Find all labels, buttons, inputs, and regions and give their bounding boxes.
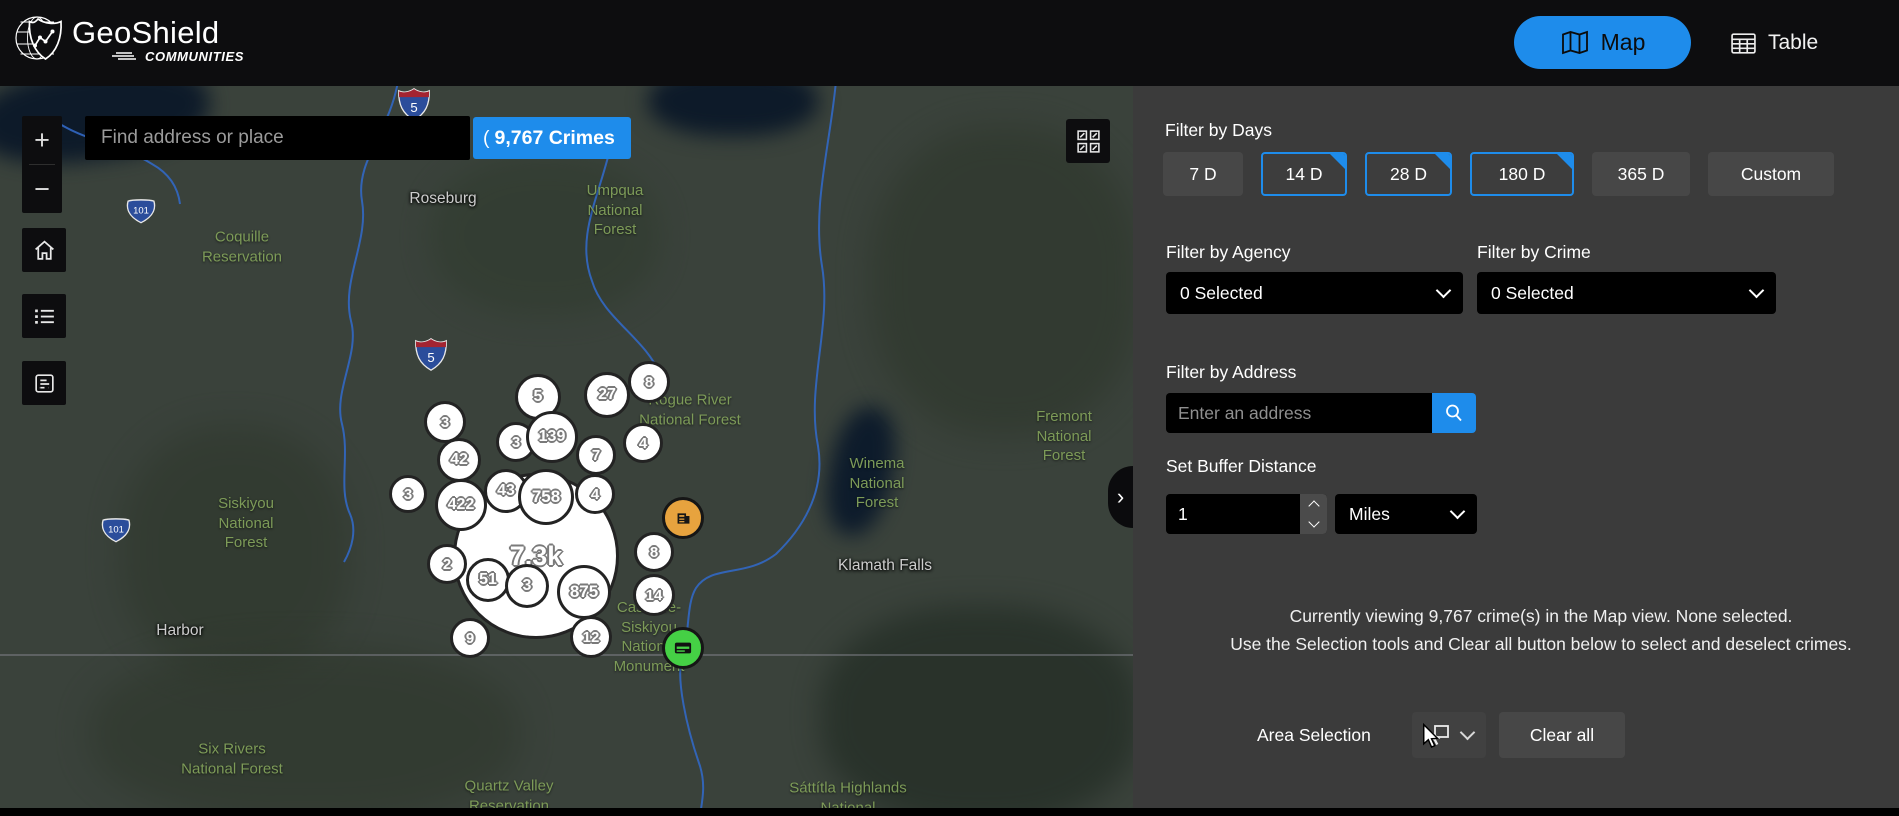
cluster-marker[interactable]: 12: [570, 616, 612, 658]
buffer-unit-value: Miles: [1349, 503, 1390, 524]
chevron-down-icon: [1307, 516, 1320, 528]
filter-agency-label: Filter by Agency: [1166, 242, 1291, 262]
tab-table[interactable]: Table: [1724, 22, 1824, 64]
cluster-marker[interactable]: 27: [584, 372, 630, 418]
cluster-marker[interactable]: 422: [435, 479, 487, 531]
basemap-toggle-button[interactable]: [1066, 119, 1110, 163]
list-icon: [32, 304, 57, 329]
globe-shield-logo-icon: [12, 6, 76, 73]
tab-table-label: Table: [1768, 31, 1819, 54]
filter-panel: Filter by Days 7 D 14 D 28 D 180 D 365 D Cust…: [1133, 86, 1899, 816]
cluster-marker[interactable]: 139: [526, 411, 578, 463]
cluster-marker[interactable]: 9: [450, 618, 490, 658]
clear-all-button[interactable]: Clear all: [1499, 712, 1625, 758]
brand-name: GeoShield: [72, 14, 220, 50]
filter-days-label: Filter by Days: [1165, 120, 1272, 140]
cluster-marker[interactable]: 875: [557, 565, 611, 619]
tab-map-label: Map: [1600, 29, 1646, 55]
news-marker-icon[interactable]: [662, 497, 704, 539]
brand-tagline: COMMUNITIES: [145, 48, 245, 64]
map-search-input[interactable]: [85, 116, 470, 160]
chevron-down-icon: [1748, 282, 1765, 299]
brand: GeoShield COMMUNITIES: [12, 6, 244, 73]
area-selection-label: Area Selection: [1257, 725, 1371, 745]
buffer-distance-stepper: [1166, 494, 1327, 534]
chevron-down-icon: [1435, 282, 1452, 299]
map-search-box: [85, 116, 470, 160]
app-header: GeoShield COMMUNITIES Map Table: [0, 0, 1899, 86]
crime-select-value: 0 Selected: [1491, 282, 1574, 303]
cluster-marker[interactable]: 3: [505, 564, 549, 608]
map-icon: [1560, 29, 1590, 56]
cluster-marker[interactable]: 14: [633, 574, 675, 616]
chevron-down-icon: [1459, 724, 1475, 741]
stepper-down-button[interactable]: [1300, 514, 1327, 534]
filter-address-label: Filter by Address: [1166, 362, 1297, 382]
area-select-icon: [1426, 723, 1452, 747]
chevron-right-icon: ›: [1116, 484, 1125, 509]
bottom-strip: [0, 808, 1899, 816]
map-view[interactable]: Roseburg Umpqua National Forest Coquille R…: [0, 86, 1133, 816]
agency-select-value: 0 Selected: [1180, 282, 1263, 303]
crimes-badge-label: 9,767 Crimes: [494, 126, 615, 149]
crimes-count-badge[interactable]: ( 9,767 Crimes: [473, 117, 631, 159]
home-icon: [32, 238, 57, 263]
zoom-in-button[interactable]: +: [22, 116, 62, 164]
status-line-1: Currently viewing 9,767 crime(s) in the …: [1289, 606, 1793, 626]
svg-text:5: 5: [410, 100, 417, 115]
status-line-2: Use the Selection tools and Clear all bu…: [1230, 634, 1852, 654]
stepper-up-button[interactable]: [1300, 494, 1327, 514]
cluster-marker[interactable]: 8: [634, 532, 674, 572]
cluster-marker[interactable]: 4: [575, 474, 615, 514]
search-icon: [1443, 402, 1465, 424]
day-filter-180d[interactable]: 180 D: [1470, 152, 1574, 196]
zoom-out-button[interactable]: −: [22, 165, 62, 213]
basemap-grid-icon: [1075, 128, 1102, 155]
legend-button[interactable]: [22, 361, 66, 405]
layers-list-button[interactable]: [22, 294, 66, 338]
svg-text:101: 101: [133, 206, 149, 217]
cluster-marker[interactable]: 42: [437, 438, 481, 482]
app-root: GeoShield COMMUNITIES Map Table Roseburg…: [0, 0, 1899, 816]
chevron-up-icon: [1307, 500, 1320, 512]
agency-select[interactable]: 0 Selected: [1166, 272, 1463, 314]
day-filter-row: 7 D 14 D 28 D 180 D 365 D Custom: [1163, 152, 1834, 196]
address-search-button[interactable]: [1432, 393, 1476, 433]
interstate-shield-5: 5: [414, 338, 448, 376]
cluster-marker[interactable]: 8: [628, 361, 670, 403]
legend-icon: [32, 371, 57, 396]
cluster-marker[interactable]: 2: [427, 544, 467, 584]
day-filter-custom[interactable]: Custom: [1708, 152, 1834, 196]
speed-lines-icon: [112, 52, 136, 60]
crimes-badge-prefix: (: [483, 126, 490, 149]
buffer-distance-input[interactable]: [1166, 494, 1300, 534]
day-filter-14d[interactable]: 14 D: [1261, 152, 1347, 196]
table-icon: [1730, 31, 1757, 56]
address-input[interactable]: [1166, 393, 1432, 433]
buffer-distance-label: Set Buffer Distance: [1166, 456, 1317, 476]
home-button[interactable]: [22, 228, 66, 272]
svg-text:5: 5: [427, 350, 434, 365]
buffer-unit-select[interactable]: Miles: [1335, 494, 1477, 534]
cluster-marker[interactable]: 3: [389, 475, 427, 513]
crime-select[interactable]: 0 Selected: [1477, 272, 1776, 314]
chevron-down-icon: [1449, 503, 1466, 520]
area-selection-tool-button[interactable]: [1412, 712, 1486, 758]
svg-text:101: 101: [108, 525, 124, 536]
cluster-marker[interactable]: 3: [424, 401, 466, 443]
filter-crime-label: Filter by Crime: [1477, 242, 1591, 262]
cluster-marker[interactable]: 758: [518, 469, 574, 525]
tab-map[interactable]: Map: [1514, 16, 1691, 69]
day-filter-7d[interactable]: 7 D: [1163, 152, 1243, 196]
cluster-marker[interactable]: 4: [623, 423, 663, 463]
route-shield-101: 101: [126, 199, 157, 230]
day-filter-365d[interactable]: 365 D: [1592, 152, 1690, 196]
selection-status-text: Currently viewing 9,767 crime(s) in the …: [1133, 602, 1899, 658]
cluster-marker[interactable]: 7: [576, 435, 616, 475]
zoom-control: + −: [22, 116, 62, 213]
route-shield-101: 101: [101, 518, 132, 549]
day-filter-28d[interactable]: 28 D: [1365, 152, 1452, 196]
card-marker-icon[interactable]: [662, 627, 704, 669]
cluster-marker[interactable]: 51: [466, 558, 510, 602]
